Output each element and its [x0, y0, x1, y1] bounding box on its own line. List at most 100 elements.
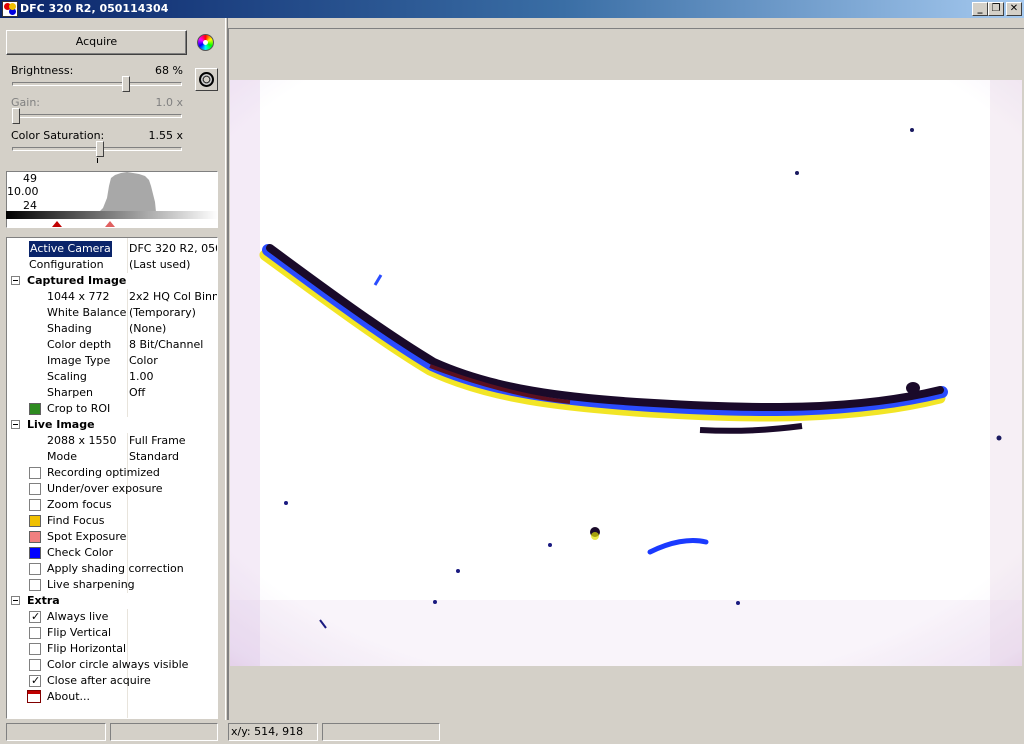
brightness-slider[interactable]: [12, 82, 182, 86]
option-checkbox[interactable]: [29, 609, 41, 625]
option-checkbox[interactable]: [29, 483, 41, 495]
section-title: Captured Image: [27, 274, 127, 287]
section-extra[interactable]: Extra: [7, 593, 217, 609]
prop-row[interactable]: 1044 x 772 2x2 HQ Col Binning: [7, 289, 217, 305]
section-captured-image[interactable]: Captured Image: [7, 273, 217, 289]
option-label: Recording optimized: [47, 466, 160, 479]
aperture-button[interactable]: [195, 68, 218, 91]
extra-option[interactable]: Close after acquire: [7, 673, 217, 689]
black-point-marker[interactable]: [52, 221, 62, 227]
option-checkbox[interactable]: [29, 659, 41, 671]
prop-name: Color depth: [47, 338, 112, 351]
live-option[interactable]: Spot Exposure: [7, 529, 217, 545]
option-label: Under/over exposure: [47, 482, 163, 495]
prop-value: Off: [129, 385, 217, 401]
prop-name: White Balance: [47, 306, 127, 319]
option-label: Flip Vertical: [47, 626, 112, 639]
about-label: About...: [47, 690, 91, 703]
extra-option[interactable]: Always live: [7, 609, 217, 625]
prop-row[interactable]: Scaling 1.00: [7, 369, 217, 385]
prop-name: Mode: [47, 450, 77, 463]
about-item[interactable]: About...: [7, 689, 217, 705]
brightness-value: 68 %: [155, 64, 183, 77]
prop-value: 2x2 HQ Col Binning: [129, 289, 217, 305]
prop-name: Configuration: [29, 258, 104, 271]
histogram-label-gamma: 10.00: [7, 185, 39, 198]
acquire-button[interactable]: Acquire: [6, 30, 187, 55]
option-label: Color circle always visible: [47, 658, 189, 671]
prop-value: (Last used): [129, 257, 217, 273]
prop-value: 1.00: [129, 369, 217, 385]
status-pane-1: [6, 723, 106, 741]
prop-value: Standard: [129, 449, 217, 465]
saturation-value: 1.55 x: [148, 129, 184, 142]
live-option[interactable]: Check Color: [7, 545, 217, 561]
section-title: Live Image: [27, 418, 95, 431]
camera-control-panel: Acquire Brightness: 68 % Gain: 1.0 x Col…: [0, 18, 225, 720]
option-label: Close after acquire: [47, 674, 151, 687]
prop-row[interactable]: 2088 x 1550 Full Frame: [7, 433, 217, 449]
collapse-icon[interactable]: [11, 276, 20, 285]
option-label: Live sharpening: [47, 578, 135, 591]
prop-row[interactable]: White Balance (Temporary): [7, 305, 217, 321]
crop-color-swatch[interactable]: [29, 403, 41, 415]
histogram: 49 10.00 24: [6, 171, 218, 228]
extra-option[interactable]: Flip Horizontal: [7, 641, 217, 657]
prop-name: 2088 x 1550: [47, 434, 117, 447]
option-label: Always live: [47, 610, 109, 623]
extra-option[interactable]: Color circle always visible: [7, 657, 217, 673]
color-swatch[interactable]: [29, 515, 41, 527]
prop-configuration[interactable]: Configuration (Last used): [7, 257, 217, 273]
brightness-slider-thumb[interactable]: [122, 76, 131, 92]
option-checkbox[interactable]: [29, 499, 41, 511]
option-crop-to-roi[interactable]: Crop to ROI: [7, 401, 217, 417]
live-option[interactable]: Apply shading correction: [7, 561, 217, 577]
live-option[interactable]: Under/over exposure: [7, 481, 217, 497]
color-swatch[interactable]: [29, 531, 41, 543]
option-label: Spot Exposure: [47, 530, 127, 543]
collapse-icon[interactable]: [11, 596, 20, 605]
extra-option[interactable]: Flip Vertical: [7, 625, 217, 641]
prop-name: 1044 x 772: [47, 290, 110, 303]
prop-name: Shading: [47, 322, 92, 335]
option-checkbox[interactable]: [29, 563, 41, 575]
histogram-label-max: 49: [23, 172, 37, 185]
prop-row[interactable]: Color depth 8 Bit/Channel: [7, 337, 217, 353]
section-title: Extra: [27, 594, 60, 607]
option-label: Apply shading correction: [47, 562, 184, 575]
prop-name: Active Camera: [28, 240, 113, 258]
prop-row[interactable]: Image Type Color: [7, 353, 217, 369]
option-checkbox[interactable]: [29, 627, 41, 639]
restore-button[interactable]: ❐: [988, 2, 1004, 16]
option-checkbox[interactable]: [29, 643, 41, 655]
coordinates-readout: x/y: 514, 918: [228, 723, 318, 741]
prop-value: (None): [129, 321, 217, 337]
prop-name: Scaling: [47, 370, 87, 383]
live-option[interactable]: Live sharpening: [7, 577, 217, 593]
live-option[interactable]: Recording optimized: [7, 465, 217, 481]
color-swatch[interactable]: [29, 547, 41, 559]
live-option[interactable]: Zoom focus: [7, 497, 217, 513]
option-label: Check Color: [47, 546, 114, 559]
status-pane-2: [110, 723, 218, 741]
prop-row[interactable]: Sharpen Off: [7, 385, 217, 401]
saturation-slider-thumb[interactable]: [96, 141, 105, 157]
collapse-icon[interactable]: [11, 420, 20, 429]
prop-name: Image Type: [47, 354, 111, 367]
live-camera-image[interactable]: [230, 80, 1022, 666]
option-checkbox[interactable]: [29, 467, 41, 479]
white-point-marker[interactable]: [105, 221, 115, 227]
close-button[interactable]: ✕: [1006, 2, 1022, 16]
prop-row[interactable]: Shading (None): [7, 321, 217, 337]
option-checkbox[interactable]: [29, 673, 41, 689]
minimize-button[interactable]: _: [972, 2, 988, 16]
live-option[interactable]: Find Focus: [7, 513, 217, 529]
prop-active-camera[interactable]: Active Camera DFC 320 R2, 050114304: [7, 240, 217, 258]
section-live-image[interactable]: Live Image: [7, 417, 217, 433]
color-wheel-icon[interactable]: [197, 34, 214, 51]
prop-value: (Temporary): [129, 305, 217, 321]
aperture-icon: [199, 72, 214, 87]
prop-row[interactable]: Mode Standard: [7, 449, 217, 465]
app-icon: [2, 1, 18, 17]
option-checkbox[interactable]: [29, 579, 41, 591]
